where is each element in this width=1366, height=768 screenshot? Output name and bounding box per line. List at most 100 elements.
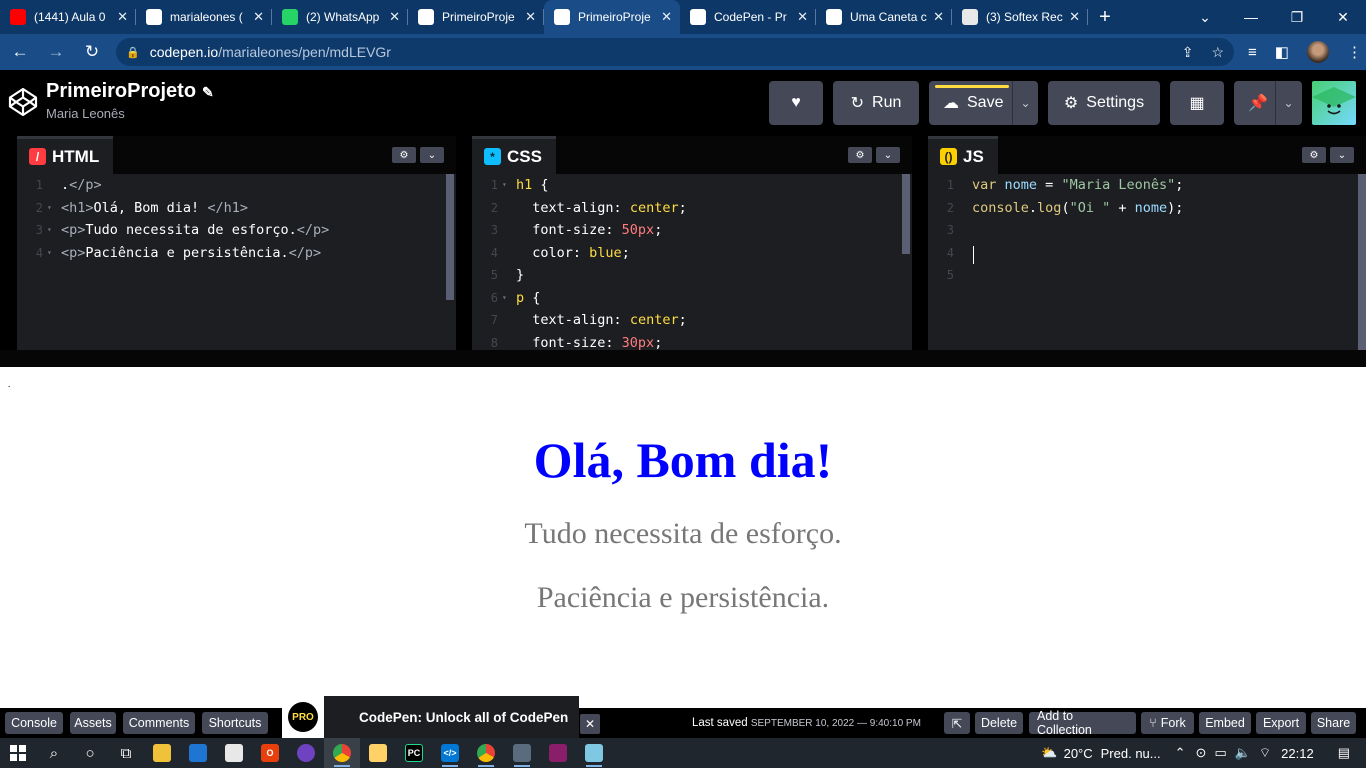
add-to-collection-button[interactable]: Add to Collection: [1029, 709, 1136, 737]
fold-arrow-icon[interactable]: ▾: [47, 197, 52, 220]
share-page-icon[interactable]: ⇪: [1182, 44, 1194, 61]
tab-close-icon[interactable]: ✕: [389, 9, 400, 25]
js-options-chevron-down-icon[interactable]: ⌄: [1330, 147, 1354, 163]
volume-icon[interactable]: 🔈: [1235, 745, 1251, 761]
browser-tab[interactable]: (1441) Aula 0 ✕: [0, 0, 136, 34]
cortana-icon[interactable]: ○: [72, 738, 108, 768]
bookmark-star-icon[interactable]: ☆: [1211, 44, 1224, 61]
js-code-editor[interactable]: 1 var nome = "Maria Leonês"; 2 console.log(…: [928, 174, 1356, 350]
css-options-chevron-down-icon[interactable]: ⌄: [876, 147, 900, 163]
open-external-icon[interactable]: ⇱: [944, 712, 970, 734]
media-control-icon[interactable]: ≡: [1248, 44, 1257, 61]
vscode-icon[interactable]: </>: [432, 738, 468, 768]
weather-icon[interactable]: ⛅: [1041, 745, 1057, 761]
codepen-logo-icon[interactable]: [8, 87, 38, 117]
css-code-editor[interactable]: 1 ▾ h1 {2 text-align: center; 3 font-size: …: [472, 174, 902, 350]
fold-arrow-icon[interactable]: ▾: [47, 242, 52, 265]
address-bar[interactable]: 🔒 codepen.io/marialeones/pen/mdLEVGr ⇪ ☆: [116, 38, 1234, 66]
remote-desktop-icon[interactable]: [504, 738, 540, 768]
notepad-icon[interactable]: [576, 738, 612, 768]
back-button[interactable]: ←: [4, 36, 36, 68]
search-icon[interactable]: ⌕: [36, 738, 72, 768]
css-editor-scrollbar[interactable]: [902, 174, 910, 254]
clock-time[interactable]: 22:12: [1281, 746, 1314, 761]
export-button[interactable]: Export: [1256, 712, 1306, 734]
pen-author[interactable]: Maria Leonês: [46, 106, 125, 121]
change-view-button[interactable]: ▦: [1170, 81, 1224, 125]
winrar-icon[interactable]: [540, 738, 576, 768]
browser-tab[interactable]: (3) Softex Rec ✕: [952, 0, 1088, 34]
html-editor-tab[interactable]: / HTML: [17, 136, 114, 174]
browser-tab[interactable]: PrimeiroProje ✕: [544, 0, 680, 34]
browser-tab[interactable]: marialeones (✕: [136, 0, 272, 34]
pin-button[interactable]: 📌 ⌄: [1234, 81, 1302, 125]
task-view-icon[interactable]: ⧉: [108, 738, 144, 768]
tab-close-icon[interactable]: ✕: [661, 9, 672, 25]
html-options-chevron-down-icon[interactable]: ⌄: [420, 147, 444, 163]
profile-avatar[interactable]: [1306, 41, 1329, 63]
browser-tab[interactable]: (2) WhatsApp ✕: [272, 0, 408, 34]
html-editor-scrollbar[interactable]: [446, 174, 454, 300]
github-desktop-icon[interactable]: [288, 738, 324, 768]
tab-close-icon[interactable]: ✕: [1069, 9, 1080, 25]
pycharm-icon[interactable]: PC: [396, 738, 432, 768]
meet-now-icon[interactable]: ⊙: [1196, 745, 1207, 761]
run-button[interactable]: ↻ Run: [833, 81, 919, 125]
wifi-icon[interactable]: ⌔: [1259, 745, 1271, 761]
side-panel-icon[interactable]: ◧: [1275, 43, 1289, 61]
tab-close-icon[interactable]: ✕: [933, 9, 944, 25]
notes-app-icon[interactable]: [360, 738, 396, 768]
fold-arrow-icon[interactable]: ▾: [502, 287, 507, 310]
chrome-profile-icon[interactable]: [468, 738, 504, 768]
tab-search-icon[interactable]: ⌄: [1182, 0, 1228, 34]
delete-button[interactable]: Delete: [975, 712, 1023, 734]
browser-tab[interactable]: CodePen - Pr ✕: [680, 0, 816, 34]
js-editor-scrollbar[interactable]: [1358, 174, 1366, 350]
js-editor-tab[interactable]: () JS: [928, 136, 998, 174]
shortcuts-button[interactable]: Shortcuts: [202, 712, 268, 734]
browser-tab[interactable]: Uma Caneta c ✕: [816, 0, 952, 34]
minimize-button[interactable]: —: [1228, 0, 1274, 34]
browser-menu-icon[interactable]: ⋮: [1347, 43, 1362, 61]
tab-close-icon[interactable]: ✕: [525, 9, 536, 25]
battery-icon[interactable]: ▭: [1214, 745, 1226, 761]
console-button[interactable]: Console: [5, 712, 63, 734]
css-settings-gear-icon[interactable]: ⚙: [848, 147, 872, 163]
office-icon[interactable]: O: [252, 738, 288, 768]
file-explorer-icon[interactable]: [144, 738, 180, 768]
love-button[interactable]: ♥: [769, 81, 823, 125]
embed-button[interactable]: Embed: [1199, 712, 1251, 734]
tab-close-icon[interactable]: ✕: [253, 9, 264, 25]
css-editor-tab[interactable]: * CSS: [472, 136, 556, 174]
promo-close-icon[interactable]: ✕: [580, 714, 600, 734]
html-code-editor[interactable]: 1 .</p> 2 ▾ <h1>Olá, Bom dia! </h1> 3 ▾ <p>Tudo…: [17, 174, 446, 350]
tray-chevron-up-icon[interactable]: ⌃: [1175, 745, 1186, 761]
edit-pencil-icon[interactable]: ✎: [202, 84, 214, 100]
forward-button[interactable]: →: [40, 36, 72, 68]
windows-start-icon[interactable]: [0, 738, 36, 768]
pen-title[interactable]: PrimeiroProjeto ✎: [46, 80, 214, 103]
tab-close-icon[interactable]: ✕: [797, 9, 808, 25]
notifications-icon[interactable]: ▤: [1338, 745, 1350, 761]
pin-options-chevron-down-icon[interactable]: ⌄: [1275, 81, 1301, 125]
save-options-chevron-down-icon[interactable]: ⌄: [1012, 81, 1038, 125]
share-button[interactable]: Share: [1311, 712, 1356, 734]
new-tab-button[interactable]: +: [1088, 0, 1122, 34]
restore-button[interactable]: ❐: [1274, 0, 1320, 34]
user-avatar[interactable]: [1312, 81, 1356, 125]
save-button[interactable]: ☁ Save ⌄: [929, 81, 1038, 125]
mail-icon[interactable]: [180, 738, 216, 768]
fork-button[interactable]: ⑂ Fork: [1141, 712, 1194, 734]
comments-button[interactable]: Comments: [123, 712, 195, 734]
weather-temp[interactable]: 20°C: [1064, 746, 1093, 761]
close-window-button[interactable]: ✕: [1320, 0, 1366, 34]
html-settings-gear-icon[interactable]: ⚙: [392, 147, 416, 163]
assets-button[interactable]: Assets: [70, 712, 116, 734]
pro-promo-banner[interactable]: PRO CodePen: Unlock all of CodePen: [282, 696, 579, 738]
tab-close-icon[interactable]: ✕: [117, 9, 128, 25]
weather-description[interactable]: Pred. nu...: [1101, 746, 1161, 761]
fold-arrow-icon[interactable]: ▾: [502, 174, 507, 197]
js-settings-gear-icon[interactable]: ⚙: [1302, 147, 1326, 163]
store-icon[interactable]: [216, 738, 252, 768]
browser-tab[interactable]: PrimeiroProje ✕: [408, 0, 544, 34]
